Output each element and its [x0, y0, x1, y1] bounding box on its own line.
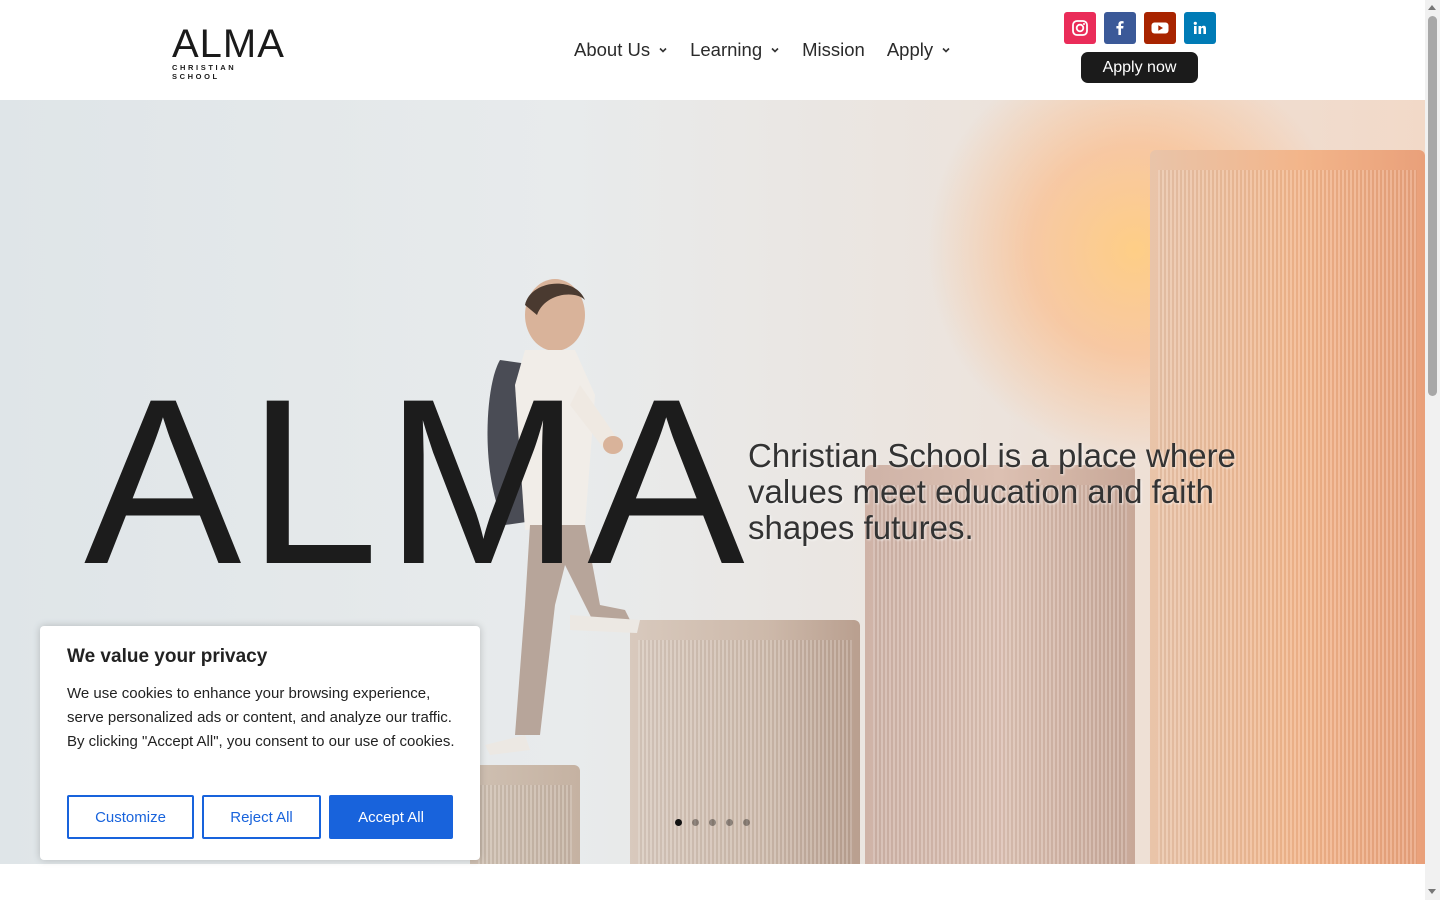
cookie-title: We value your privacy: [67, 646, 268, 667]
nav-item-label: Learning: [690, 39, 763, 60]
scroll-down-arrow-icon[interactable]: [1428, 889, 1436, 894]
chevron-down-icon: [942, 47, 950, 53]
social-links: [1064, 12, 1224, 44]
nav-item-apply[interactable]: Apply: [887, 39, 951, 61]
site-header: ALMA CHRISTIAN SCHOOL About Us Learning …: [0, 0, 1425, 100]
apply-now-button[interactable]: Apply now: [1081, 52, 1198, 83]
book-stack-image: [470, 765, 580, 864]
chevron-down-icon: [659, 47, 667, 53]
book-stack-image: [630, 620, 860, 864]
nav-item-label: Apply: [886, 39, 934, 60]
slider-dot-5[interactable]: [743, 819, 750, 826]
nav-item-about-us[interactable]: About Us: [574, 39, 668, 61]
accept-all-button[interactable]: Accept All: [329, 795, 453, 839]
youtube-icon[interactable]: [1144, 12, 1176, 44]
hero-tagline: Christian School is a place where values…: [748, 437, 1236, 546]
logo-word: ALMA: [172, 22, 285, 66]
instagram-icon[interactable]: [1064, 12, 1096, 44]
cookie-consent-banner: We value your privacy We use cookies to …: [40, 626, 480, 860]
slider-dot-1[interactable]: [675, 819, 682, 826]
slider-pagination: [675, 819, 760, 826]
reject-all-button[interactable]: Reject All: [202, 795, 321, 839]
customize-button[interactable]: Customize: [67, 795, 194, 839]
site-logo[interactable]: ALMA CHRISTIAN SCHOOL: [172, 22, 285, 81]
nav-item-mission[interactable]: Mission: [802, 39, 865, 61]
facebook-icon[interactable]: [1104, 12, 1136, 44]
nav-item-label: About Us: [574, 39, 651, 60]
scroll-up-arrow-icon[interactable]: [1428, 5, 1436, 10]
slider-dot-2[interactable]: [692, 819, 699, 826]
linkedin-icon[interactable]: [1184, 12, 1216, 44]
main-nav: About Us Learning Mission Apply: [574, 38, 973, 62]
nav-item-label: Mission: [802, 39, 865, 60]
nav-item-learning[interactable]: Learning: [690, 39, 780, 61]
slider-dot-3[interactable]: [709, 819, 716, 826]
hero-logo-text: ALMA: [84, 350, 751, 614]
slider-dot-4[interactable]: [726, 819, 733, 826]
scrollbar-thumb[interactable]: [1428, 16, 1437, 396]
page-scrollbar[interactable]: [1425, 0, 1440, 900]
chevron-down-icon: [771, 47, 779, 53]
cookie-body-text: We use cookies to enhance your browsing …: [67, 685, 455, 750]
